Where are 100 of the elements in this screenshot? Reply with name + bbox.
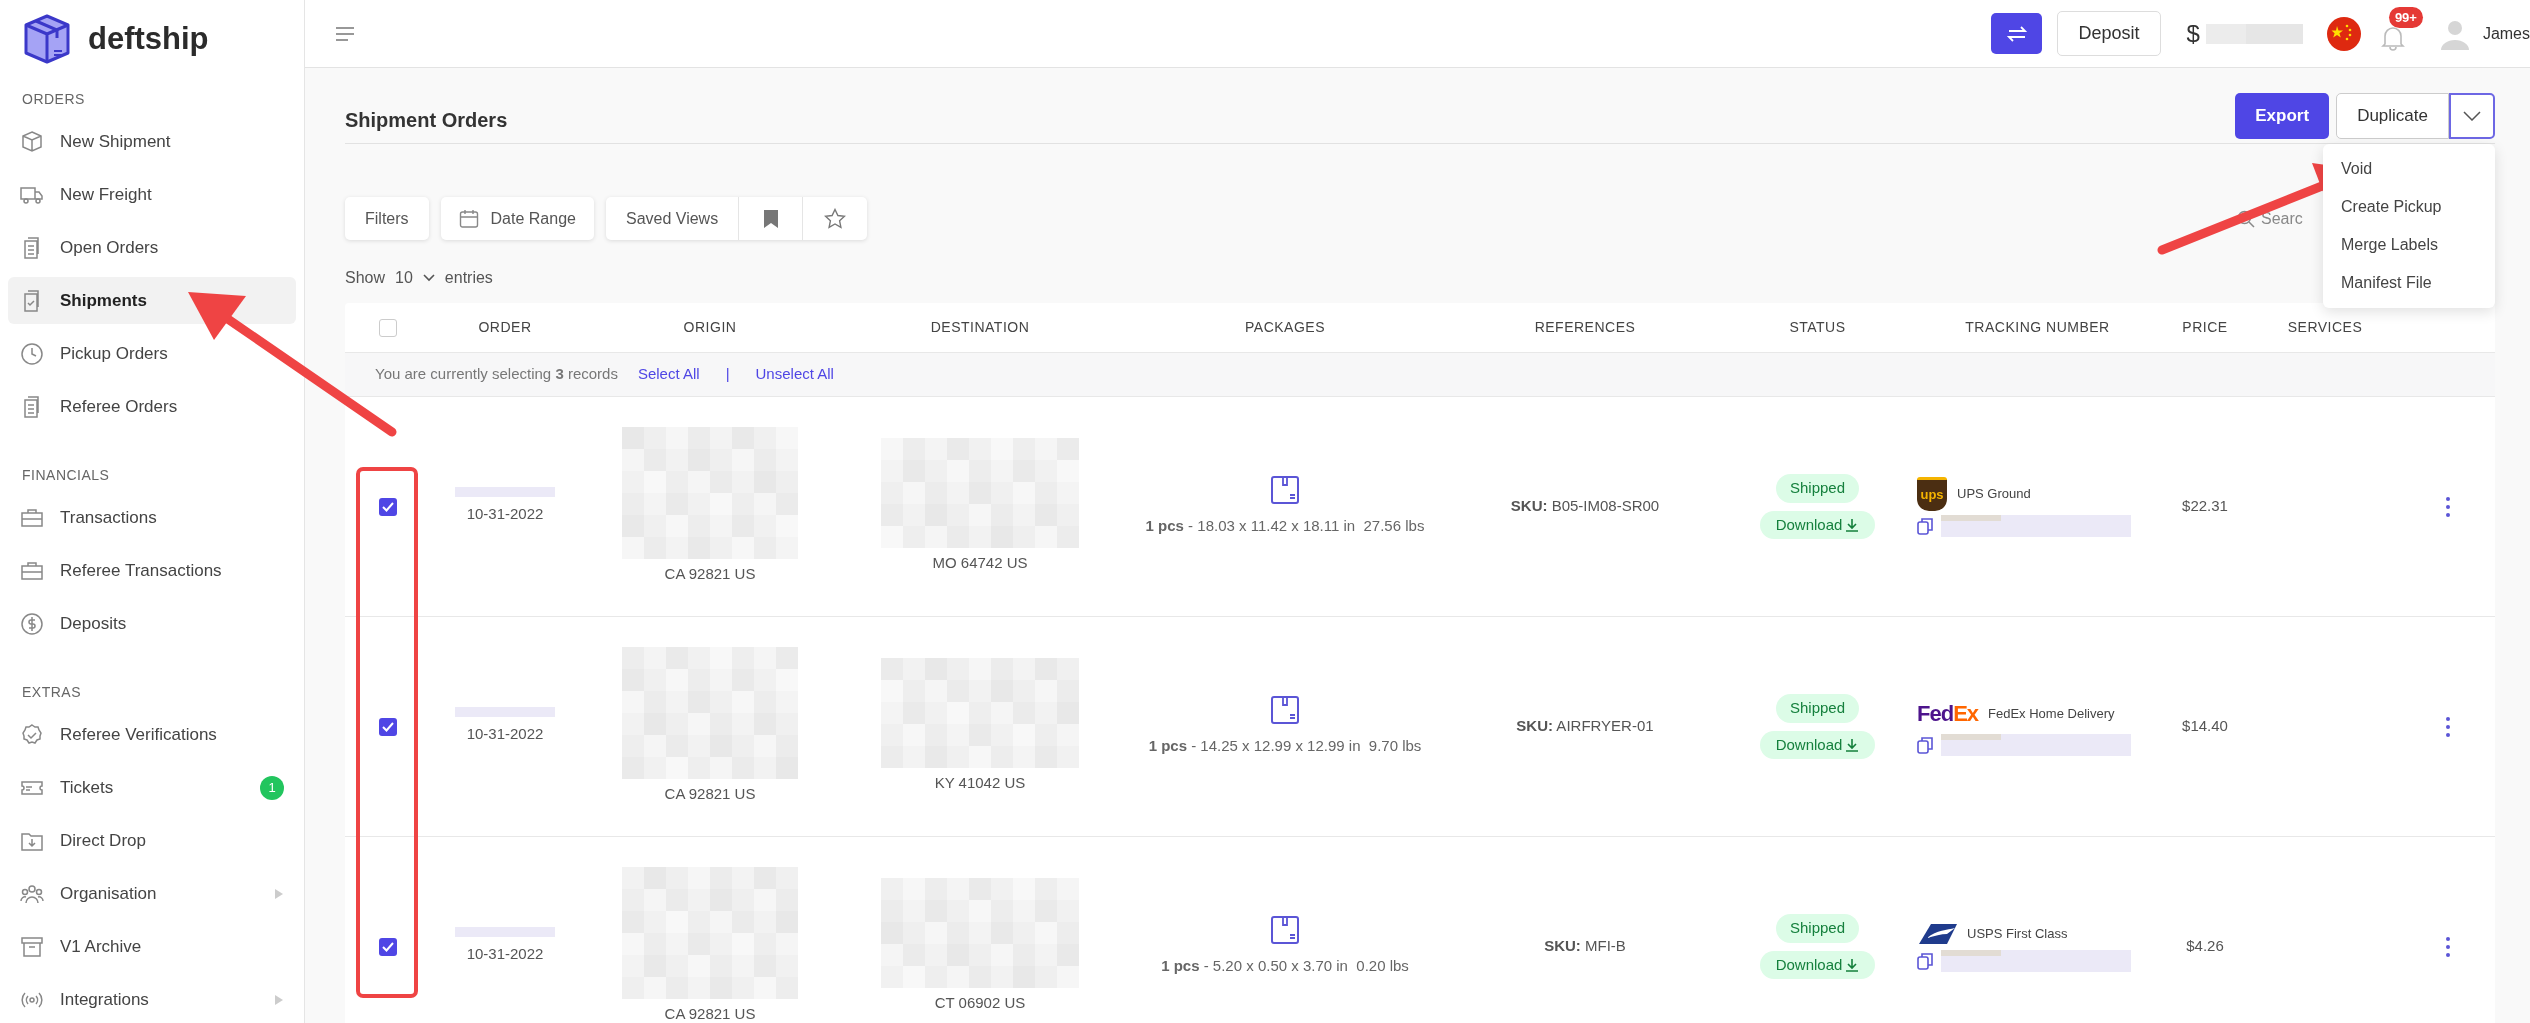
sidebar-item[interactable]: Referee Orders xyxy=(8,383,296,430)
sku-reference: SKU: AIRFRYER-01 xyxy=(1516,716,1654,737)
menu-icon[interactable] xyxy=(335,26,355,41)
carrier-logo: ups xyxy=(1917,476,1947,511)
check-icon xyxy=(381,721,394,732)
logo-text: deftship xyxy=(88,19,209,58)
badge-check-icon xyxy=(20,722,44,747)
download-button[interactable]: Download xyxy=(1759,950,1876,979)
user-name[interactable]: James xyxy=(2482,21,2530,46)
sidebar-item[interactable]: Deposits xyxy=(8,600,296,647)
sidebar-item[interactable]: Open Orders xyxy=(8,224,296,271)
sidebar-item[interactable]: Referee Transactions xyxy=(8,547,296,594)
more-icon[interactable] xyxy=(2444,495,2451,518)
filters-button[interactable]: Filters xyxy=(345,197,429,240)
carrier-service: UPS Ground xyxy=(1957,484,2031,503)
carrier-service: USPS First Class xyxy=(1967,924,2068,943)
download-button[interactable]: Download xyxy=(1759,730,1876,759)
select-all-link[interactable]: Select All xyxy=(637,363,700,386)
sidebar-item[interactable]: New Shipment xyxy=(8,118,296,165)
sidebar-item[interactable]: Referee Verifications xyxy=(8,711,296,758)
package-icon xyxy=(1270,695,1300,726)
dropdown-toggle[interactable] xyxy=(2449,92,2495,139)
more-icon[interactable] xyxy=(2444,715,2451,738)
download-icon xyxy=(1845,517,1860,532)
more-icon[interactable] xyxy=(2444,935,2451,958)
star-icon xyxy=(824,208,847,229)
copy-icon[interactable] xyxy=(1917,736,1933,754)
bell-icon[interactable] xyxy=(2380,24,2405,51)
select-all-checkbox[interactable] xyxy=(378,318,397,337)
sidebar-item[interactable]: Transactions xyxy=(8,494,296,541)
section-heading: EXTRAS xyxy=(21,683,82,702)
price: $22.31 xyxy=(2182,496,2228,517)
section-heading: ORDERS xyxy=(21,90,86,109)
download-icon xyxy=(1845,957,1860,972)
calendar-icon xyxy=(458,208,479,229)
entries-label: entries xyxy=(444,268,493,288)
package-icon xyxy=(1270,475,1300,506)
download-icon xyxy=(1845,737,1860,752)
deposit-button[interactable]: Deposit xyxy=(2057,11,2161,56)
destination-address: CT 06902 US xyxy=(934,993,1026,1014)
unselect-all-link[interactable]: Unselect All xyxy=(755,363,834,386)
status-badge: Shipped xyxy=(1775,474,1860,503)
column-header: ORIGIN xyxy=(683,318,737,337)
archive-icon xyxy=(20,934,44,959)
row-checkbox[interactable] xyxy=(378,497,397,516)
column-header: TRACKING NUMBER xyxy=(1965,318,2110,337)
carrier-service: FedEx Home Delivery xyxy=(1988,704,2115,723)
copy-icon[interactable] xyxy=(1917,951,1933,970)
row-checkbox[interactable] xyxy=(378,717,397,736)
copy-icon[interactable] xyxy=(1917,516,1933,535)
duplicate-button[interactable]: Duplicate xyxy=(2336,92,2449,139)
sidebar-item[interactable]: New Freight xyxy=(8,171,296,218)
package-icon xyxy=(1270,915,1300,946)
date-range-button[interactable]: Date Range xyxy=(440,197,594,240)
flag-icon[interactable] xyxy=(2326,16,2361,51)
price: $14.40 xyxy=(2182,716,2228,737)
package-details: 1 pcs - 14.25 x 12.99 x 12.99 in 9.70 lbs xyxy=(1148,736,1422,757)
order-date: 10-31-2022 xyxy=(466,504,544,525)
currency-symbol: $ xyxy=(2186,18,2200,49)
order-date: 10-31-2022 xyxy=(466,944,544,965)
dollar-icon xyxy=(20,611,44,636)
status-badge: Shipped xyxy=(1775,694,1860,723)
sidebar-item[interactable]: Pickup Orders xyxy=(8,330,296,377)
menu-item[interactable]: Create Pickup xyxy=(2323,187,2495,226)
chevron-down-icon xyxy=(422,274,435,282)
download-button[interactable]: Download xyxy=(1759,510,1876,539)
menu-item[interactable]: Merge Labels xyxy=(2323,225,2495,264)
sku-reference: SKU: MFI-B xyxy=(1544,936,1626,957)
count-badge: 1 xyxy=(260,775,284,800)
bookmark-icon xyxy=(762,208,779,229)
destination-address: KY 41042 US xyxy=(934,773,1026,794)
destination-address: MO 64742 US xyxy=(932,553,1028,574)
switch-button[interactable] xyxy=(1991,13,2043,54)
menu-item[interactable]: Void xyxy=(2323,149,2495,188)
package-details: 1 pcs - 5.20 x 0.50 x 3.70 in 0.20 lbs xyxy=(1161,956,1409,977)
eagle-logo xyxy=(1917,921,1957,946)
box-icon xyxy=(20,129,44,154)
export-button[interactable]: Export xyxy=(2235,92,2330,139)
sidebar-item[interactable]: Tickets 1 xyxy=(8,764,296,811)
sidebar-item[interactable]: V1 Archive xyxy=(8,923,296,970)
price: $4.26 xyxy=(2186,936,2224,957)
row-checkbox[interactable] xyxy=(378,937,397,956)
menu-item[interactable]: Manifest File xyxy=(2323,263,2495,302)
page-title: Shipment Orders xyxy=(345,107,508,133)
origin-address: CA 92821 US xyxy=(664,564,756,585)
order-date: 10-31-2022 xyxy=(466,724,544,745)
search-icon xyxy=(2237,209,2255,228)
logo-icon xyxy=(22,13,72,65)
sidebar-item[interactable]: Integrations xyxy=(8,976,296,1023)
check-icon xyxy=(381,941,394,952)
sku-reference: SKU: B05-IM08-SR00 xyxy=(1510,496,1660,517)
selection-message: You are currently selecting 3 records xyxy=(375,364,618,385)
origin-address: CA 92821 US xyxy=(664,784,756,805)
chevron-down-icon xyxy=(2463,110,2481,121)
entries-select[interactable]: 10 xyxy=(395,266,435,290)
clock-icon xyxy=(20,341,44,366)
column-header: SERVICES xyxy=(2287,318,2363,337)
sidebar-item[interactable]: Organisation xyxy=(8,870,296,917)
sidebar-item[interactable]: Shipments xyxy=(8,277,296,324)
sidebar-item[interactable]: Direct Drop xyxy=(8,817,296,864)
